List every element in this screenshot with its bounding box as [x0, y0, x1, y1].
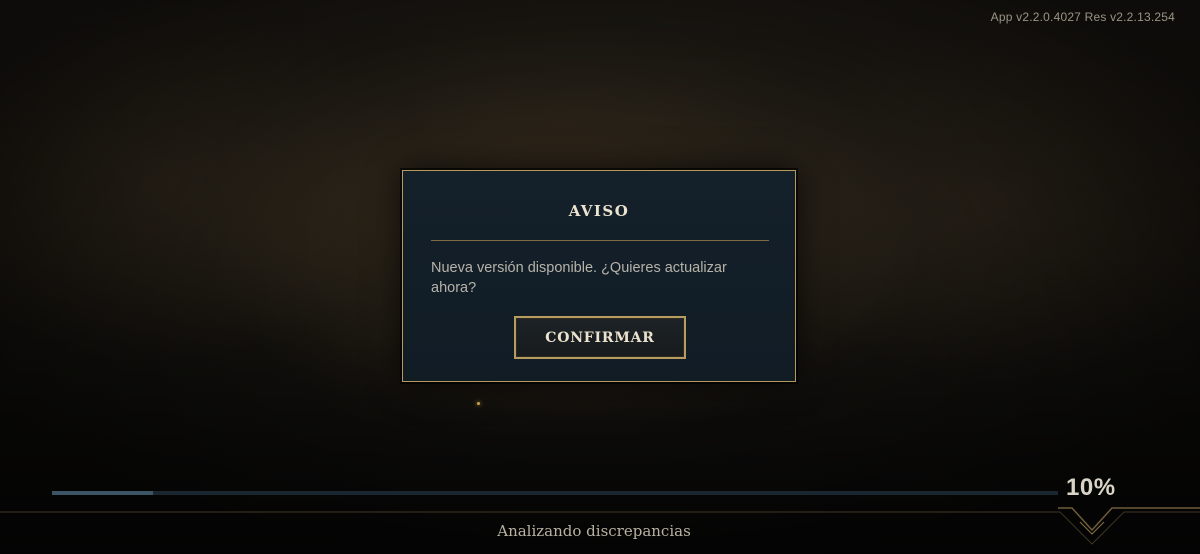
version-label: App v2.2.0.4027 Res v2.2.13.254	[990, 10, 1175, 24]
dialog-divider	[431, 240, 769, 241]
loading-status-text: Analizando discrepancias	[497, 522, 691, 540]
dialog-title: AVISO	[568, 202, 630, 220]
background-spark	[477, 402, 480, 405]
progress-bar	[52, 491, 1058, 495]
confirm-button[interactable]: CONFIRMAR	[514, 316, 686, 359]
dialog-message: Nueva versión disponible. ¿Quieres actua…	[431, 260, 727, 296]
update-dialog: AVISO Nueva versión disponible. ¿Quieres…	[402, 170, 796, 382]
progress-bar-fill	[52, 491, 153, 495]
game-loading-screen: App v2.2.0.4027 Res v2.2.13.254 AVISO Nu…	[0, 0, 1200, 554]
progress-percent: 10%	[1066, 474, 1116, 501]
